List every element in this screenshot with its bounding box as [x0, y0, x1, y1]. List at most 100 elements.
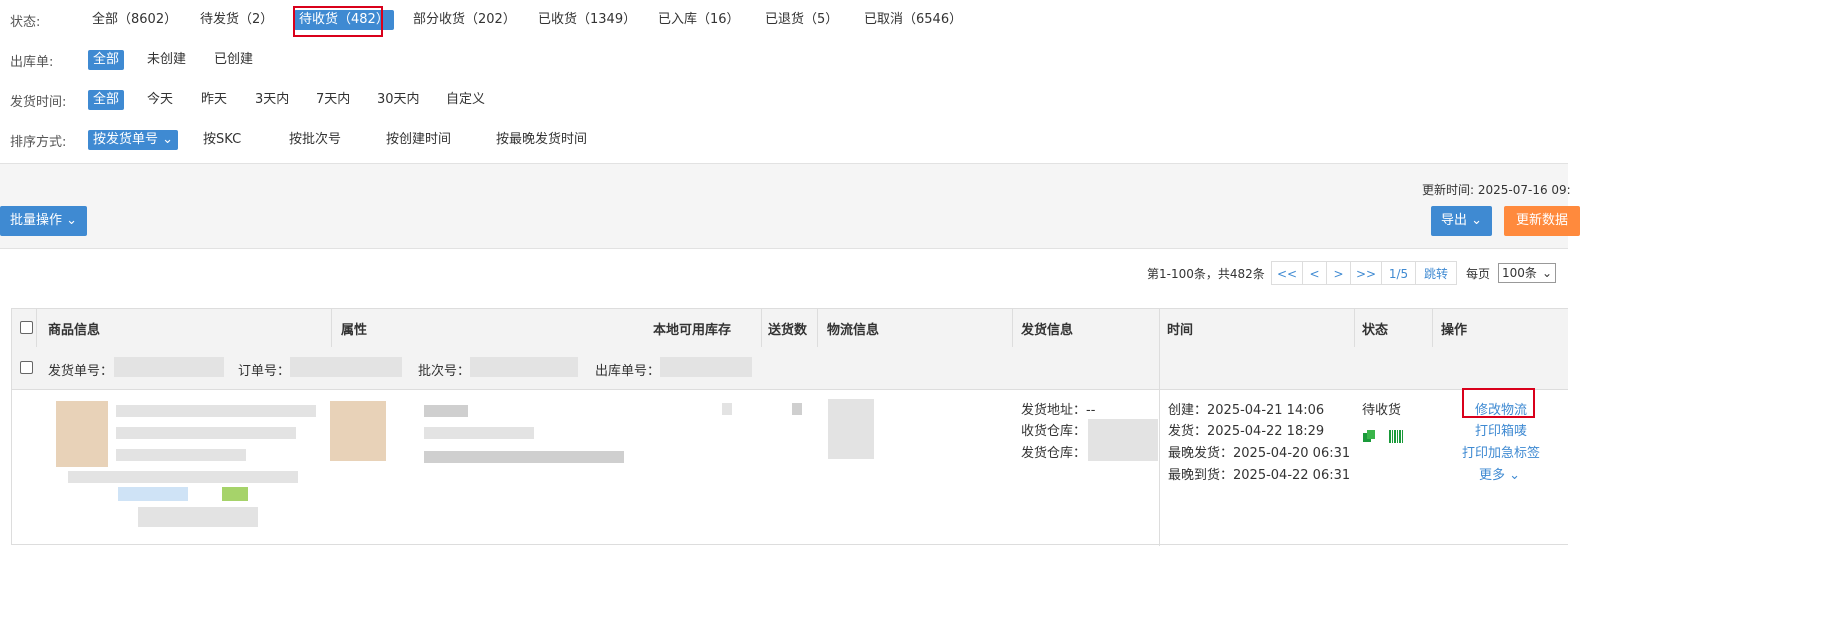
- chevron-down-icon: ⌄: [1541, 266, 1552, 280]
- more-actions-label: 更多: [1479, 468, 1506, 483]
- status-option-all[interactable]: 全部（8602）: [92, 10, 177, 30]
- sort-option-batch[interactable]: 按批次号: [289, 130, 341, 150]
- local-stock-redacted: [722, 403, 732, 415]
- column-divider: [1159, 347, 1160, 389]
- status-option-received[interactable]: 已收货（1349）: [538, 10, 636, 30]
- more-actions-link[interactable]: 更多 ⌄: [1479, 464, 1520, 483]
- status-option-partial[interactable]: 部分收货（202）: [413, 10, 516, 30]
- outbound-no-redacted: [660, 357, 752, 377]
- page-prev-button[interactable]: <: [1302, 261, 1327, 285]
- status-option-returned[interactable]: 已退货（5）: [765, 10, 838, 30]
- ship-time-option-yesterday[interactable]: 昨天: [201, 90, 227, 110]
- batch-operation-button[interactable]: 批量操作 ⌄: [0, 206, 88, 236]
- ship-time-option-3days[interactable]: 3天内: [255, 90, 289, 110]
- header-logistics: 物流信息: [827, 323, 880, 338]
- time-created: 创建：2025-04-21 14:06: [1168, 403, 1325, 418]
- product-extra-redacted: [138, 507, 258, 527]
- order-no-redacted: [290, 357, 402, 377]
- refresh-data-button[interactable]: 更新数据: [1504, 206, 1581, 236]
- print-urgent-label-link[interactable]: 打印加急标签: [1462, 442, 1540, 461]
- column-divider: [1159, 389, 1160, 546]
- time-latest-ship: 最晚发货：2025-04-20 06:31: [1168, 446, 1351, 461]
- column-divider: [817, 309, 818, 347]
- sort-option-ship-no-label: 按发货单号: [93, 132, 159, 147]
- column-divider: [1432, 309, 1433, 347]
- copy-icon[interactable]: [1362, 429, 1376, 443]
- time-latest-arrival: 最晚到货：2025-04-22 06:31: [1168, 468, 1351, 483]
- header-local-stock: 本地可用库存: [653, 323, 732, 338]
- header-status: 状态: [1362, 323, 1389, 338]
- page-jump-button[interactable]: 跳转: [1415, 261, 1457, 285]
- batch-operation-label: 批量操作: [10, 213, 63, 228]
- ship-no-label: 发货单号：: [48, 364, 114, 379]
- per-page-value: 100条: [1502, 266, 1537, 280]
- sort-option-created[interactable]: 按创建时间: [386, 130, 451, 150]
- chevron-down-icon: ⌄: [1509, 468, 1521, 483]
- page-next-button[interactable]: >: [1326, 261, 1351, 285]
- outbound-option-created[interactable]: 已创建: [214, 50, 253, 70]
- product-title-redacted: [116, 405, 316, 417]
- header-attributes: 属性: [341, 323, 368, 338]
- warehouse-redacted: [1088, 419, 1158, 461]
- outbound-no-label: 出库单号：: [595, 364, 661, 379]
- batch-no-redacted: [470, 357, 578, 377]
- header-delivery-qty: 送货数: [768, 323, 808, 338]
- sort-option-ship-no[interactable]: 按发货单号 ⌄: [88, 130, 179, 150]
- batch-no-label: 批次号：: [418, 364, 471, 379]
- shipping-warehouse-label: 发货仓库：: [1021, 446, 1087, 461]
- table-header-row: 商品信息 属性 本地可用库存 送货数 物流信息 发货信息 时间 状态 操作: [12, 309, 1568, 348]
- group-header-row: 发货单号： 订单号： 批次号： 出库单号：: [12, 347, 1568, 390]
- row-status: 待收货: [1362, 403, 1402, 418]
- highlight-box-status: [293, 6, 383, 37]
- product-tag-redacted: [118, 487, 188, 501]
- product-tag-redacted: [222, 487, 248, 501]
- status-option-cancelled[interactable]: 已取消（6546）: [864, 10, 962, 30]
- page-first-button[interactable]: <<: [1271, 261, 1303, 285]
- group-checkbox[interactable]: [20, 361, 33, 374]
- product-meta-redacted: [68, 471, 298, 483]
- chevron-down-icon: ⌄: [162, 132, 174, 147]
- select-all-checkbox[interactable]: [20, 321, 33, 334]
- toolbar-band: 更新时间: 2025-07-16 09: 批量操作 ⌄ 导出 ⌄ 更新数据: [0, 163, 1581, 249]
- attribute-redacted: [424, 427, 534, 439]
- column-divider: [761, 309, 762, 347]
- sort-option-skc[interactable]: 按SKC: [203, 130, 241, 150]
- barcode-icon[interactable]: [1389, 430, 1403, 443]
- attribute-thumbnail: [330, 401, 386, 461]
- product-title-redacted: [116, 427, 296, 439]
- ship-time-option-today[interactable]: 今天: [147, 90, 173, 110]
- page-indicator: 1/5: [1381, 261, 1416, 285]
- page-last-button[interactable]: >>: [1350, 261, 1382, 285]
- column-divider: [1354, 309, 1355, 347]
- ship-time-option-custom[interactable]: 自定义: [446, 90, 485, 110]
- chevron-down-icon: ⌄: [1471, 213, 1483, 228]
- column-divider: [1159, 309, 1160, 347]
- product-sku-redacted: [116, 449, 246, 461]
- sort-option-latest-ship[interactable]: 按最晚发货时间: [496, 130, 587, 150]
- column-divider: [331, 309, 332, 347]
- ship-time-option-7days[interactable]: 7天内: [316, 90, 350, 110]
- header-product-info: 商品信息: [48, 323, 101, 338]
- ship-time-option-30days[interactable]: 30天内: [377, 90, 420, 110]
- export-button[interactable]: 导出 ⌄: [1431, 206, 1493, 236]
- export-label: 导出: [1441, 213, 1468, 228]
- attribute-redacted: [424, 451, 624, 463]
- delivery-qty-redacted: [792, 403, 802, 415]
- time-shipped: 发货：2025-04-22 18:29: [1168, 424, 1325, 439]
- outbound-option-not-created[interactable]: 未创建: [147, 50, 186, 70]
- order-no-label: 订单号：: [238, 364, 291, 379]
- outbound-option-all[interactable]: 全部: [88, 50, 125, 70]
- status-option-stocked[interactable]: 已入库（16）: [658, 10, 740, 30]
- update-time: 更新时间: 2025-07-16 09:: [1422, 183, 1571, 197]
- header-actions: 操作: [1441, 323, 1468, 338]
- product-thumbnail: [56, 401, 108, 467]
- header-ship-info: 发货信息: [1021, 323, 1074, 338]
- filter-status-label: 状态:: [10, 15, 41, 30]
- header-time: 时间: [1167, 323, 1194, 338]
- filter-outbound-label: 出库单:: [10, 55, 54, 70]
- ship-time-option-all[interactable]: 全部: [88, 90, 125, 110]
- per-page-select[interactable]: 100条 ⌄: [1498, 263, 1556, 283]
- logistics-redacted: [828, 399, 874, 459]
- status-option-pending-ship[interactable]: 待发货（2）: [200, 10, 273, 30]
- print-box-label-link[interactable]: 打印箱唛: [1475, 420, 1527, 439]
